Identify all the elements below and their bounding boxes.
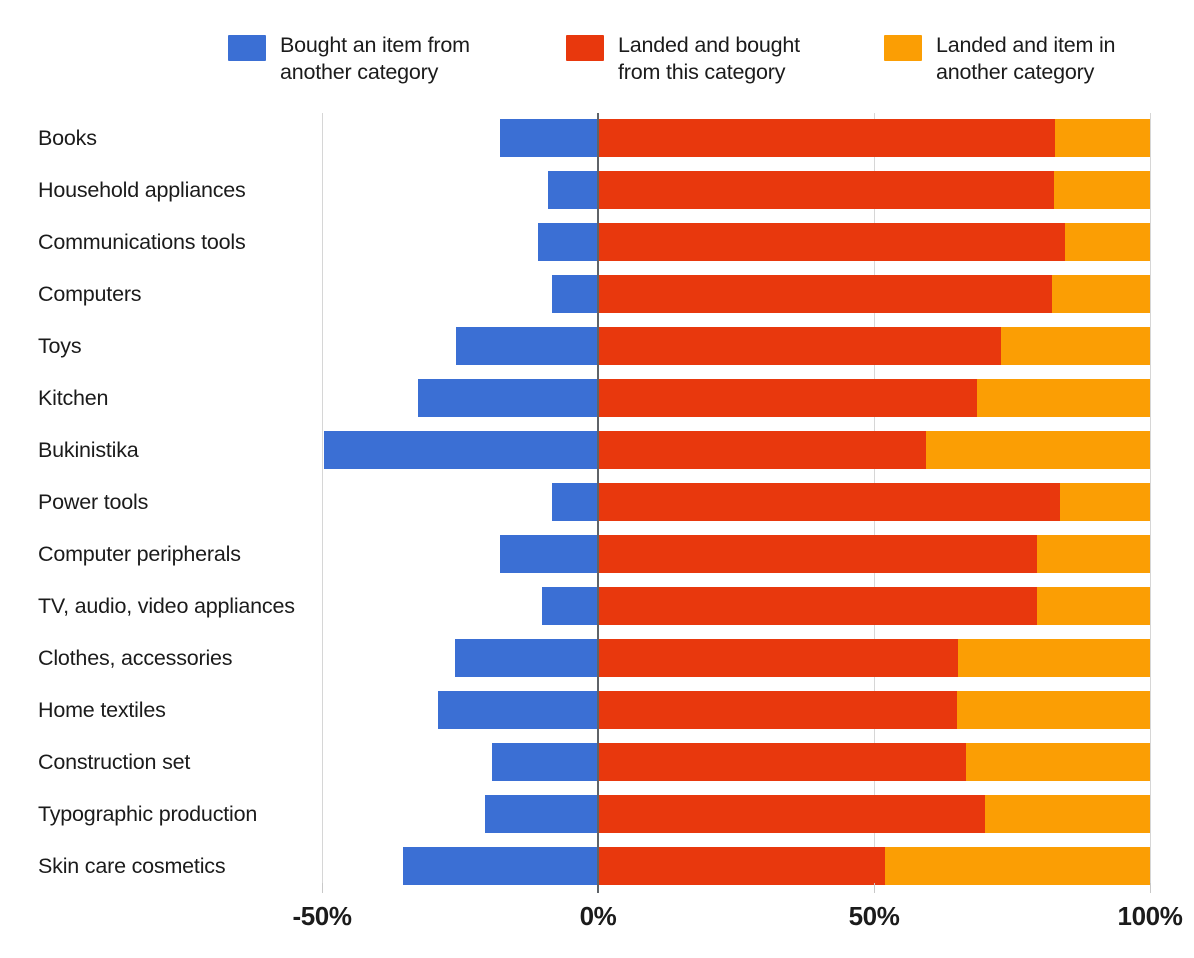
x-tick-label: 100%: [1117, 901, 1183, 931]
bar-segment-landed-item-another-category[interactable]: [957, 639, 1150, 677]
bar-segment-bought-another-category[interactable]: [324, 431, 598, 469]
bar-segment-landed-bought-this-category[interactable]: [598, 691, 957, 729]
legend-label-2: Landed and item in another category: [936, 33, 1116, 84]
bar-segment-landed-bought-this-category[interactable]: [598, 327, 1001, 365]
bar-segment-bought-another-category[interactable]: [542, 587, 598, 625]
bar-segment-landed-item-another-category[interactable]: [925, 431, 1150, 469]
bar-segment-landed-item-another-category[interactable]: [1055, 119, 1150, 157]
bar-segment-landed-bought-this-category[interactable]: [598, 847, 886, 885]
bar-segment-landed-item-another-category[interactable]: [1036, 587, 1150, 625]
x-tick-label: -50%: [292, 901, 352, 931]
bar-segment-landed-item-another-category[interactable]: [984, 795, 1150, 833]
bar-segment-bought-another-category[interactable]: [437, 691, 598, 729]
bar-segment-landed-bought-this-category[interactable]: [598, 275, 1052, 313]
x-tick-mark: [322, 883, 323, 893]
bar-segment-bought-another-category[interactable]: [499, 535, 598, 573]
chart-legend: Bought an item from another category Lan…: [228, 32, 1168, 96]
bar-segment-bought-another-category[interactable]: [456, 327, 598, 365]
bar-segment-landed-bought-this-category[interactable]: [598, 431, 926, 469]
bar-segment-bought-another-category[interactable]: [499, 119, 598, 157]
chart-root: Bought an item from another category Lan…: [0, 0, 1194, 958]
bar-segment-landed-item-another-category[interactable]: [956, 691, 1150, 729]
x-tick-mark: [874, 883, 875, 893]
legend-swatch-blue-icon: [228, 35, 266, 61]
bar-segment-landed-item-another-category[interactable]: [885, 847, 1150, 885]
bar-segment-bought-another-category[interactable]: [455, 639, 598, 677]
x-tick-mark: [1150, 883, 1151, 893]
bar-segment-landed-bought-this-category[interactable]: [598, 483, 1061, 521]
bar-segment-bought-another-category[interactable]: [551, 275, 598, 313]
bar-segment-bought-another-category[interactable]: [484, 795, 598, 833]
bar-segment-bought-another-category[interactable]: [403, 847, 598, 885]
bar-segment-landed-item-another-category[interactable]: [1000, 327, 1150, 365]
bar-segment-landed-item-another-category[interactable]: [966, 743, 1150, 781]
bar-segment-landed-bought-this-category[interactable]: [598, 379, 978, 417]
bar-segment-landed-bought-this-category[interactable]: [598, 587, 1037, 625]
bar-segment-landed-item-another-category[interactable]: [1053, 171, 1150, 209]
bar-segment-landed-bought-this-category[interactable]: [598, 639, 958, 677]
legend-label-0: Bought an item from another category: [280, 33, 470, 84]
legend-swatch-orange-icon: [884, 35, 922, 61]
bar-segment-bought-another-category[interactable]: [551, 483, 598, 521]
bar-segment-landed-item-another-category[interactable]: [977, 379, 1150, 417]
bar-segment-landed-item-another-category[interactable]: [1051, 275, 1150, 313]
bar-segment-landed-bought-this-category[interactable]: [598, 223, 1065, 261]
legend-label-1: Landed and bought from this category: [618, 33, 800, 84]
x-tick-label: 50%: [848, 901, 900, 931]
x-tick-label: 0%: [579, 901, 617, 931]
bar-segment-landed-item-another-category[interactable]: [1064, 223, 1150, 261]
legend-item-landed-item-another-category[interactable]: Landed and item in another category: [884, 32, 1168, 86]
legend-item-landed-bought-this-category[interactable]: Landed and bought from this category: [566, 32, 884, 86]
bar-segment-bought-another-category[interactable]: [537, 223, 598, 261]
x-axis: -50% 0% 50% 100%: [0, 883, 1194, 958]
bar-segment-bought-another-category[interactable]: [547, 171, 598, 209]
legend-swatch-red-icon: [566, 35, 604, 61]
bar-segment-bought-another-category[interactable]: [418, 379, 598, 417]
plot-area: Books Household appliances Communications …: [0, 113, 1194, 893]
bar-segment-landed-bought-this-category[interactable]: [598, 743, 967, 781]
bar-segment-landed-item-another-category[interactable]: [1036, 535, 1150, 573]
bar-segment-landed-item-another-category[interactable]: [1060, 483, 1150, 521]
bar-segment-landed-bought-this-category[interactable]: [598, 171, 1054, 209]
legend-item-bought-another-category[interactable]: Bought an item from another category: [228, 32, 566, 86]
bar-segment-landed-bought-this-category[interactable]: [598, 535, 1037, 573]
gridline-0: [597, 113, 599, 893]
bar-segment-bought-another-category[interactable]: [492, 743, 598, 781]
bar-segment-landed-bought-this-category[interactable]: [598, 795, 985, 833]
bar-segment-landed-bought-this-category[interactable]: [598, 119, 1056, 157]
